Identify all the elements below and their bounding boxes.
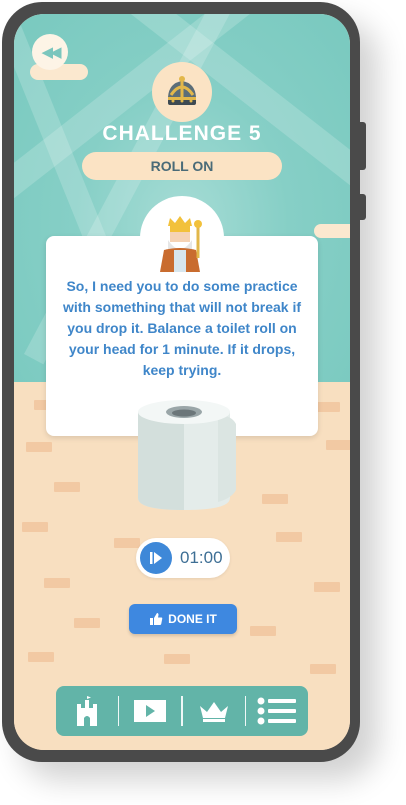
done-it-label: DONE IT <box>168 612 217 626</box>
nav-item-list[interactable] <box>246 686 308 736</box>
nav-divider <box>117 696 120 726</box>
timer-control[interactable]: 01:00 <box>136 538 230 578</box>
floor-brick <box>54 482 80 492</box>
nav-item-castle[interactable] <box>56 686 118 736</box>
challenge-description: So, I need you to do some practice with … <box>62 278 301 378</box>
bottom-nav <box>56 686 308 736</box>
nav-item-crown[interactable] <box>183 686 245 736</box>
crown-icon <box>199 702 228 722</box>
thumbs-up-icon <box>150 613 163 625</box>
challenge-subtitle: ROLL ON <box>82 152 282 180</box>
phone-frame: ◀◀ CHALLENGE 5 ROLL ON So, I need you to… <box>2 2 366 762</box>
floor-brick <box>26 442 52 452</box>
challenge-badge <box>152 62 212 122</box>
floor-brick <box>314 582 340 592</box>
video-icon <box>134 700 167 722</box>
nav-divider <box>181 696 183 726</box>
phone-side-button <box>360 194 366 220</box>
done-it-button[interactable]: DONE IT <box>129 604 237 634</box>
phone-side-button <box>360 122 366 170</box>
floor-brick <box>44 578 70 588</box>
king-icon <box>160 216 202 272</box>
avatar-badge <box>140 196 224 280</box>
timer-value: 01:00 <box>180 548 223 567</box>
floor-brick <box>250 626 276 636</box>
floor-brick <box>326 440 350 450</box>
cloud <box>314 224 350 238</box>
floor-brick <box>114 538 140 548</box>
back-button[interactable]: ◀◀ <box>32 34 68 70</box>
floor-brick <box>262 494 288 504</box>
nav-item-video[interactable] <box>119 686 181 736</box>
crown-icon <box>168 76 196 105</box>
floor-brick <box>276 532 302 542</box>
play-button[interactable] <box>140 542 172 574</box>
toilet-roll-image <box>138 400 236 510</box>
play-icon <box>150 552 162 564</box>
floor-brick <box>28 652 54 662</box>
floor-brick <box>74 618 100 628</box>
floor-brick <box>22 522 48 532</box>
castle-icon <box>76 696 97 726</box>
app-screen: ◀◀ CHALLENGE 5 ROLL ON So, I need you to… <box>14 14 350 750</box>
list-icon <box>257 697 297 725</box>
challenge-title: CHALLENGE 5 <box>102 122 262 145</box>
nav-divider <box>244 696 247 726</box>
floor-brick <box>310 664 336 674</box>
rewind-icon: ◀◀ <box>41 43 61 61</box>
floor-brick <box>164 654 190 664</box>
